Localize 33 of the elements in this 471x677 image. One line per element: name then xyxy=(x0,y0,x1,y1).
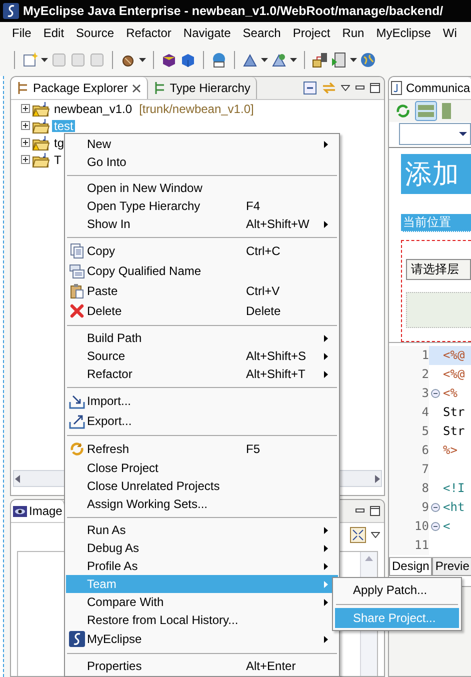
code-text: %> xyxy=(442,442,458,459)
repository-path: [trunk/newbean_v1.0] xyxy=(139,102,254,116)
line-number: 3 xyxy=(389,384,429,403)
page-heading: 添加 xyxy=(401,154,471,194)
shortcut-text: F4 xyxy=(246,199,262,213)
code-text: <!I xyxy=(442,480,465,497)
code-text: <ht xyxy=(442,499,465,516)
breadcrumb: 当前位置 xyxy=(401,214,471,232)
line-number: 9 xyxy=(389,498,429,517)
shortcut-text: Alt+Shift+W xyxy=(246,217,310,231)
line-number: 7 xyxy=(389,460,429,479)
window-title: MyEclipse Java Enterprise - newbean_v1.0/WebRoot/manage/backend/ xyxy=(23,4,444,18)
line-number: 8 xyxy=(389,479,429,498)
line-number: 4 xyxy=(389,403,429,422)
shortcut-text: Alt+Enter xyxy=(246,659,297,673)
line-number: 11 xyxy=(389,536,429,555)
line-number: 2 xyxy=(389,365,429,384)
shortcut-text: Alt+Shift+T xyxy=(246,367,306,381)
shortcut-text: Ctrl+C xyxy=(246,244,282,258)
line-number: 1 xyxy=(389,346,429,365)
line-number: 10 xyxy=(389,517,429,536)
code-text: Str xyxy=(442,423,465,440)
line-number: 6 xyxy=(389,441,429,460)
line-number: 5 xyxy=(389,422,429,441)
code-text: <%@ xyxy=(442,366,465,383)
shortcut-text: Delete xyxy=(246,304,282,318)
code-text: <%@ xyxy=(442,347,465,364)
shortcut-text: Ctrl+V xyxy=(246,284,281,298)
code-text: < xyxy=(442,518,450,535)
shortcut-text: Alt+Shift+S xyxy=(246,349,308,363)
code-text: Str xyxy=(442,404,465,421)
code-text: <% xyxy=(442,385,458,402)
shortcut-text: F5 xyxy=(246,442,262,456)
